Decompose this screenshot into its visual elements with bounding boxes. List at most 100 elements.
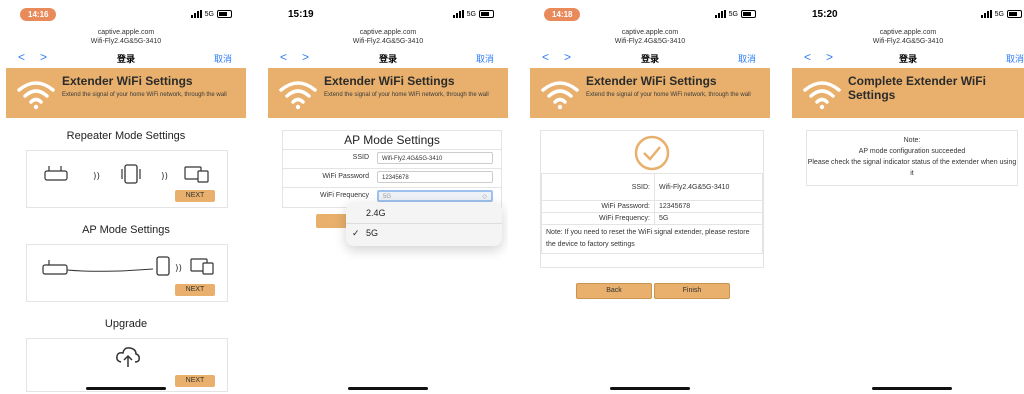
- network-label: 5G: [994, 10, 1004, 18]
- cancel-button[interactable]: 取消: [1006, 52, 1024, 65]
- network-label: 5G: [728, 10, 738, 18]
- url-host: captive.apple.com: [621, 29, 679, 36]
- completion-note: Note: AP mode configuration succeeded Pl…: [806, 130, 1018, 186]
- summary-row-frequency: WiFi Frequency: 5G: [541, 212, 763, 225]
- wifi-icon: [803, 81, 841, 110]
- repeater-mode-card: )) )) NEXT: [26, 150, 228, 208]
- password-label: WiFi Password:: [541, 200, 655, 213]
- summary-panel: SSID: Wifi-Fly2.4G&5G-3410 WiFi Password…: [540, 130, 764, 268]
- cancel-button[interactable]: 取消: [476, 52, 494, 65]
- url-ssid: Wifi-Fly2.4G&5G-3410: [614, 38, 686, 45]
- wifi-icon: [279, 81, 317, 110]
- nav-bar: < > 登录 取消: [6, 50, 246, 66]
- banner-title: Extender WiFi Settings: [586, 74, 717, 88]
- phone-screen-2: 15:19 5G captive.apple.com Wifi-Fly2.4G&…: [268, 0, 508, 394]
- phone-screen-1: 14:16 5G captive.apple.com Wifi-Fly2.4G&…: [6, 0, 246, 394]
- summary-row-note: Note: If you need to reset the WiFi sign…: [541, 224, 763, 254]
- header-banner: Extender WiFi Settings Extend the signal…: [6, 68, 246, 118]
- ap-mode-title: AP Mode Settings: [82, 224, 170, 236]
- password-row: WiFi Password 12345678: [283, 168, 501, 187]
- summary-row-ssid: SSID: Wifi-Fly2.4G&5G-3410: [541, 173, 763, 201]
- frequency-dropdown: 2.4G ✓ 5G: [346, 202, 502, 246]
- frequency-value: 5G: [654, 212, 763, 225]
- signal-cluster: 5G: [452, 10, 494, 18]
- ssid-label: SSID: [352, 154, 369, 161]
- signal-icon: [452, 10, 464, 18]
- status-bar: 15:19 5G: [268, 8, 508, 24]
- nav-title: 登录: [378, 54, 397, 64]
- home-indicator: [610, 387, 690, 390]
- checkmark-icon: ✓: [352, 228, 360, 238]
- url-ssid: Wifi-Fly2.4G&5G-3410: [872, 38, 944, 45]
- finish-button[interactable]: Finish: [654, 283, 730, 299]
- ap-mode-card: )) NEXT: [26, 244, 228, 302]
- nav-bar: < > 登录 取消: [268, 50, 508, 66]
- url-host: captive.apple.com: [359, 29, 417, 36]
- phone-screen-4: 15:20 5G captive.apple.com Wifi-Fly2.4G&…: [792, 0, 1024, 394]
- header-banner: Complete Extender WiFi Settings: [792, 68, 1024, 118]
- back-button[interactable]: Back: [576, 283, 652, 299]
- network-label: 5G: [466, 10, 476, 18]
- url-host: captive.apple.com: [879, 29, 937, 36]
- ssid-value: Wifi-Fly2.4G&5G-3410: [654, 173, 763, 201]
- banner-subtitle: Extend the signal of your home WiFi netw…: [62, 92, 227, 98]
- svg-text:)): )): [175, 264, 182, 274]
- note-instruction: Please check the signal indicator status…: [807, 159, 1017, 177]
- banner-subtitle: Extend the signal of your home WiFi netw…: [324, 92, 489, 98]
- url-display: captive.apple.com Wifi-Fly2.4G&5G-3410: [6, 28, 246, 46]
- header-banner: Extender WiFi Settings Extend the signal…: [268, 68, 508, 118]
- url-display: captive.apple.com Wifi-Fly2.4G&5G-3410: [268, 28, 508, 46]
- home-indicator: [86, 387, 166, 390]
- upgrade-next-button[interactable]: NEXT: [175, 375, 215, 387]
- banner-subtitle: Extend the signal of your home WiFi netw…: [586, 92, 751, 98]
- summary-table: SSID: Wifi-Fly2.4G&5G-3410 WiFi Password…: [541, 173, 763, 254]
- battery-icon: [1007, 10, 1022, 18]
- nav-title: 登录: [640, 54, 659, 64]
- url-ssid: Wifi-Fly2.4G&5G-3410: [90, 38, 162, 45]
- banner-title: Extender WiFi Settings: [324, 74, 455, 88]
- frequency-select-value: 5G: [383, 194, 392, 200]
- status-time: 15:20: [812, 9, 838, 20]
- dropdown-option-5g[interactable]: 5G: [366, 228, 378, 238]
- battery-icon: [217, 10, 232, 18]
- form-title: AP Mode Settings: [344, 133, 440, 147]
- select-chevron-icon: ◇: [482, 194, 487, 200]
- status-bar: 14:16 5G: [6, 8, 246, 24]
- ssid-input[interactable]: Wifi-Fly2.4G&5G-3410: [377, 152, 493, 164]
- banner-title: Complete Extender WiFi Settings: [848, 74, 986, 102]
- note-success: AP mode configuration succeeded: [858, 148, 966, 155]
- frequency-label: WiFi Frequency: [319, 192, 369, 199]
- signal-icon: [190, 10, 202, 18]
- ssid-row: SSID Wifi-Fly2.4G&5G-3410: [283, 149, 501, 168]
- network-label: 5G: [204, 10, 214, 18]
- dropdown-divider: [346, 223, 502, 224]
- cancel-button[interactable]: 取消: [738, 52, 756, 65]
- note-title: Note:: [903, 137, 921, 144]
- header-banner: Extender WiFi Settings Extend the signal…: [530, 68, 770, 118]
- cloud-upload-icon: [116, 347, 140, 367]
- svg-text:)): )): [161, 172, 168, 182]
- home-indicator: [348, 387, 428, 390]
- status-time: 15:19: [288, 9, 314, 20]
- ap-next-button[interactable]: NEXT: [175, 284, 215, 296]
- signal-cluster: 5G: [190, 10, 232, 18]
- battery-icon: [479, 10, 494, 18]
- repeater-diagram-icon: )) )): [44, 164, 209, 184]
- phone-screen-3: 14:18 5G captive.apple.com Wifi-Fly2.4G&…: [530, 0, 770, 394]
- nav-title: 登录: [116, 54, 135, 64]
- nav-title: 登录: [898, 54, 917, 64]
- status-bar: 15:20 5G: [792, 8, 1024, 24]
- cancel-button[interactable]: 取消: [214, 52, 232, 65]
- url-ssid: Wifi-Fly2.4G&5G-3410: [352, 38, 424, 45]
- password-input[interactable]: 12345678: [377, 171, 493, 183]
- status-bar: 14:18 5G: [530, 8, 770, 24]
- password-label: WiFi Password: [322, 173, 369, 180]
- dropdown-option-2-4g[interactable]: 2.4G: [366, 208, 386, 218]
- battery-icon: [741, 10, 756, 18]
- repeater-next-button[interactable]: NEXT: [175, 190, 215, 202]
- password-value: 12345678: [654, 200, 763, 213]
- reset-note: Note: If you need to reset the WiFi sign…: [541, 224, 763, 254]
- frequency-select[interactable]: 5G ◇: [377, 190, 493, 202]
- url-host: captive.apple.com: [97, 29, 155, 36]
- ap-settings-form: AP Mode Settings SSID Wifi-Fly2.4G&5G-34…: [282, 130, 502, 208]
